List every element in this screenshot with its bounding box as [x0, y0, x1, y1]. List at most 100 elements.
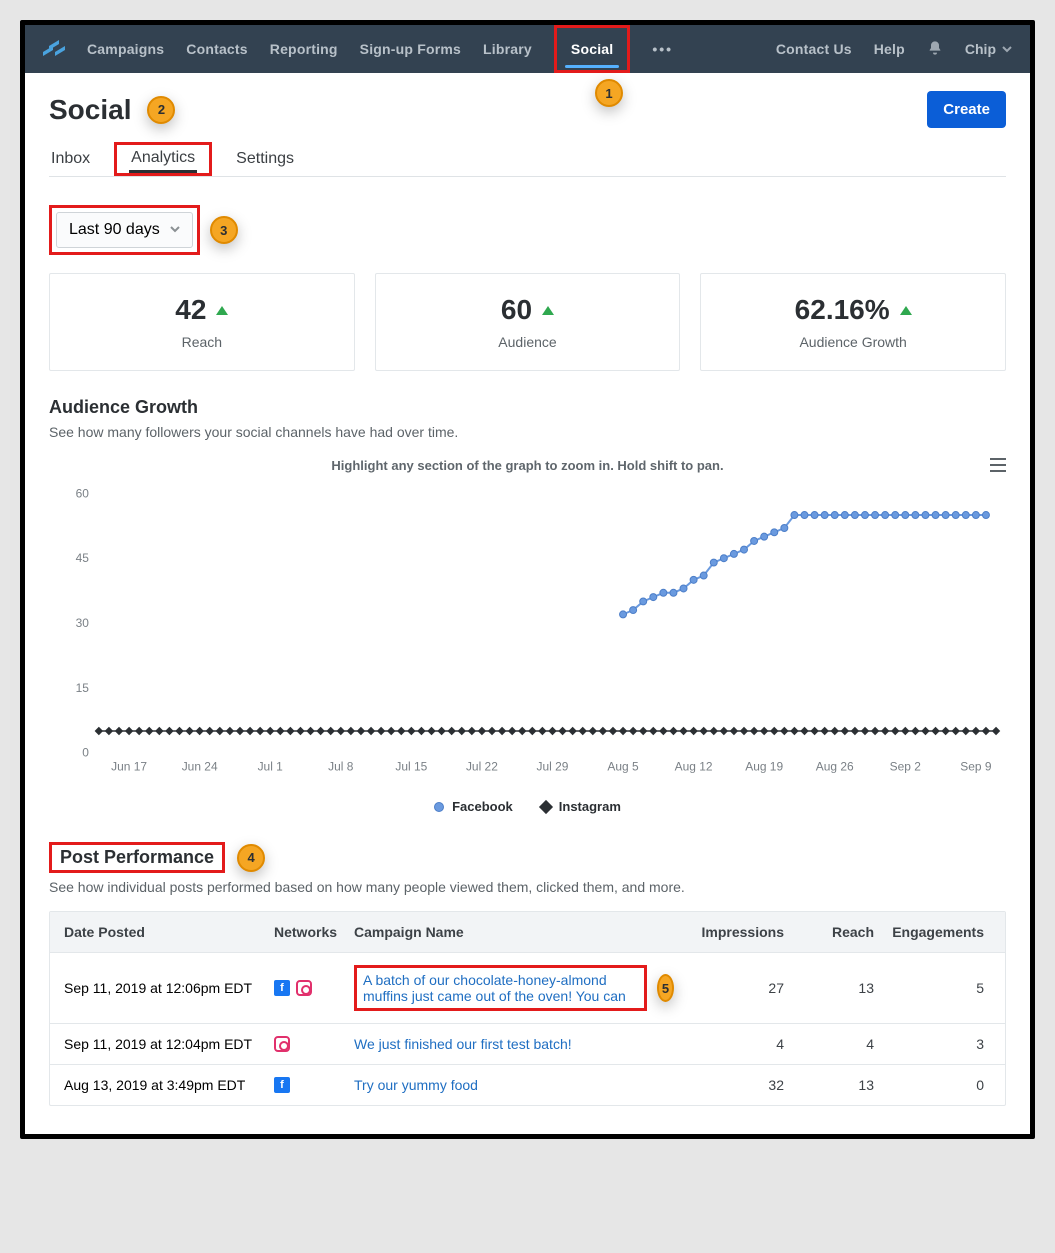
- svg-text:Jun 17: Jun 17: [111, 760, 147, 774]
- col-campaign: Campaign Name: [354, 924, 674, 940]
- svg-text:Sep 2: Sep 2: [890, 760, 922, 774]
- svg-text:Aug 26: Aug 26: [816, 760, 854, 774]
- legend-facebook[interactable]: Facebook: [434, 799, 513, 814]
- nav-campaigns[interactable]: Campaigns: [87, 41, 164, 57]
- annotation-2: 2: [147, 96, 175, 124]
- nav-more-icon[interactable]: •••: [652, 41, 673, 57]
- page-body: Social 2 Create Inbox Analytics Settings…: [25, 73, 1030, 1134]
- col-date: Date Posted: [64, 924, 274, 940]
- create-button[interactable]: Create: [927, 91, 1006, 128]
- cell-date: Aug 13, 2019 at 3:49pm EDT: [64, 1077, 274, 1093]
- cell-impressions: 4: [674, 1036, 784, 1052]
- trend-up-icon: [542, 306, 554, 315]
- cell-reach: 4: [784, 1036, 874, 1052]
- table-row: Aug 13, 2019 at 3:49pm EDTf Try our yummy…: [50, 1065, 1005, 1105]
- campaign-link[interactable]: We just finished our first test batch!: [354, 1036, 572, 1052]
- post-performance-title: Post Performance: [60, 847, 214, 867]
- metric-growth-value: 62.16%: [795, 294, 890, 326]
- cell-campaign: We just finished our first test batch!: [354, 1036, 674, 1052]
- facebook-icon: f: [274, 1077, 290, 1093]
- metric-card-audience-growth: 62.16% Audience Growth: [700, 273, 1006, 371]
- post-performance-table: Date Posted Networks Campaign Name Impre…: [49, 911, 1006, 1106]
- nav-help[interactable]: Help: [874, 41, 905, 57]
- metric-cards: 42 Reach 60 Audience 62.16% Audience Gro…: [49, 273, 1006, 371]
- metric-audience-label: Audience: [386, 334, 670, 350]
- chevron-down-icon: [170, 221, 180, 239]
- tab-analytics-highlight: Analytics: [114, 142, 212, 176]
- chart-container: Highlight any section of the graph to zo…: [49, 458, 1006, 814]
- annotation-3: 3: [210, 216, 238, 244]
- tab-inbox[interactable]: Inbox: [49, 142, 92, 176]
- campaign-highlight: A batch of our chocolate-honey-almond mu…: [354, 965, 647, 1011]
- chevron-down-icon: [1002, 41, 1012, 57]
- nav-contacts[interactable]: Contacts: [186, 41, 248, 57]
- metric-reach-label: Reach: [60, 334, 344, 350]
- svg-text:Jul 29: Jul 29: [537, 760, 569, 774]
- legend-instagram[interactable]: Instagram: [541, 799, 621, 814]
- svg-text:Jul 8: Jul 8: [328, 760, 354, 774]
- post-performance-highlight: Post Performance: [49, 842, 225, 873]
- nav-reporting[interactable]: Reporting: [270, 41, 338, 57]
- chart-svg[interactable]: 015304560Jun 17Jun 24Jul 1Jul 8Jul 15Jul…: [49, 473, 1006, 793]
- table-row: Sep 11, 2019 at 12:06pm EDTf A batch of o…: [50, 953, 1005, 1024]
- notifications-icon[interactable]: [927, 40, 943, 59]
- svg-text:Aug 12: Aug 12: [675, 760, 713, 774]
- tab-settings[interactable]: Settings: [234, 142, 296, 176]
- user-menu[interactable]: Chip: [965, 41, 1012, 57]
- legend-fb-marker-icon: [434, 802, 444, 812]
- cell-date: Sep 11, 2019 at 12:06pm EDT: [64, 980, 274, 996]
- col-impressions: Impressions: [674, 924, 784, 940]
- metric-card-audience: 60 Audience: [375, 273, 681, 371]
- cell-reach: 13: [784, 1077, 874, 1093]
- cell-networks: f: [274, 1077, 354, 1093]
- legend-ig-marker-icon: [539, 799, 553, 813]
- nav-library[interactable]: Library: [483, 41, 532, 57]
- campaign-link[interactable]: A batch of our chocolate-honey-almond mu…: [363, 972, 626, 1004]
- svg-text:Jul 15: Jul 15: [395, 760, 427, 774]
- svg-text:15: 15: [76, 681, 90, 695]
- svg-text:45: 45: [76, 551, 90, 565]
- chart-hint: Highlight any section of the graph to zo…: [49, 458, 1006, 473]
- date-range-label: Last 90 days: [69, 221, 160, 239]
- annotation-1: 1: [595, 79, 623, 107]
- nav-signup-forms[interactable]: Sign-up Forms: [360, 41, 461, 57]
- campaign-link[interactable]: Try our yummy food: [354, 1077, 478, 1093]
- svg-text:Jul 1: Jul 1: [258, 760, 284, 774]
- date-range-select[interactable]: Last 90 days: [56, 212, 193, 248]
- metric-audience-value: 60: [501, 294, 532, 326]
- cell-networks: f: [274, 980, 354, 996]
- metric-reach-value: 42: [175, 294, 206, 326]
- facebook-icon: f: [274, 980, 290, 996]
- svg-text:Sep 9: Sep 9: [960, 760, 992, 774]
- post-performance-subtitle: See how individual posts performed based…: [49, 879, 1006, 895]
- tab-analytics[interactable]: Analytics: [129, 145, 197, 173]
- cell-impressions: 32: [674, 1077, 784, 1093]
- user-name: Chip: [965, 41, 996, 57]
- svg-text:0: 0: [82, 746, 89, 760]
- table-row: Sep 11, 2019 at 12:04pm EDT We just finis…: [50, 1024, 1005, 1065]
- audience-growth-subtitle: See how many followers your social chann…: [49, 424, 1006, 440]
- metric-card-reach: 42 Reach: [49, 273, 355, 371]
- cell-campaign: Try our yummy food: [354, 1077, 674, 1093]
- cell-reach: 13: [784, 980, 874, 996]
- cell-networks: [274, 1036, 354, 1052]
- svg-text:Jun 24: Jun 24: [182, 760, 218, 774]
- svg-text:30: 30: [76, 616, 90, 630]
- app-frame: Campaigns Contacts Reporting Sign-up For…: [20, 20, 1035, 1139]
- col-reach: Reach: [784, 924, 874, 940]
- chart-legend: Facebook Instagram: [49, 799, 1006, 814]
- page-header: Social 2 Create: [49, 91, 1006, 128]
- cell-date: Sep 11, 2019 at 12:04pm EDT: [64, 1036, 274, 1052]
- nav-contact-us[interactable]: Contact Us: [776, 41, 852, 57]
- top-nav: Campaigns Contacts Reporting Sign-up For…: [25, 25, 1030, 73]
- nav-social[interactable]: Social: [571, 41, 613, 57]
- col-engagements: Engagements: [874, 924, 984, 940]
- page-title: Social: [49, 94, 131, 126]
- brand-logo-icon: [43, 40, 69, 58]
- cell-engagements: 5: [874, 980, 984, 996]
- table-header: Date Posted Networks Campaign Name Impre…: [50, 912, 1005, 953]
- instagram-icon: [296, 980, 312, 996]
- metric-growth-label: Audience Growth: [711, 334, 995, 350]
- svg-text:Jul 22: Jul 22: [466, 760, 498, 774]
- chart-menu-icon[interactable]: [990, 458, 1006, 477]
